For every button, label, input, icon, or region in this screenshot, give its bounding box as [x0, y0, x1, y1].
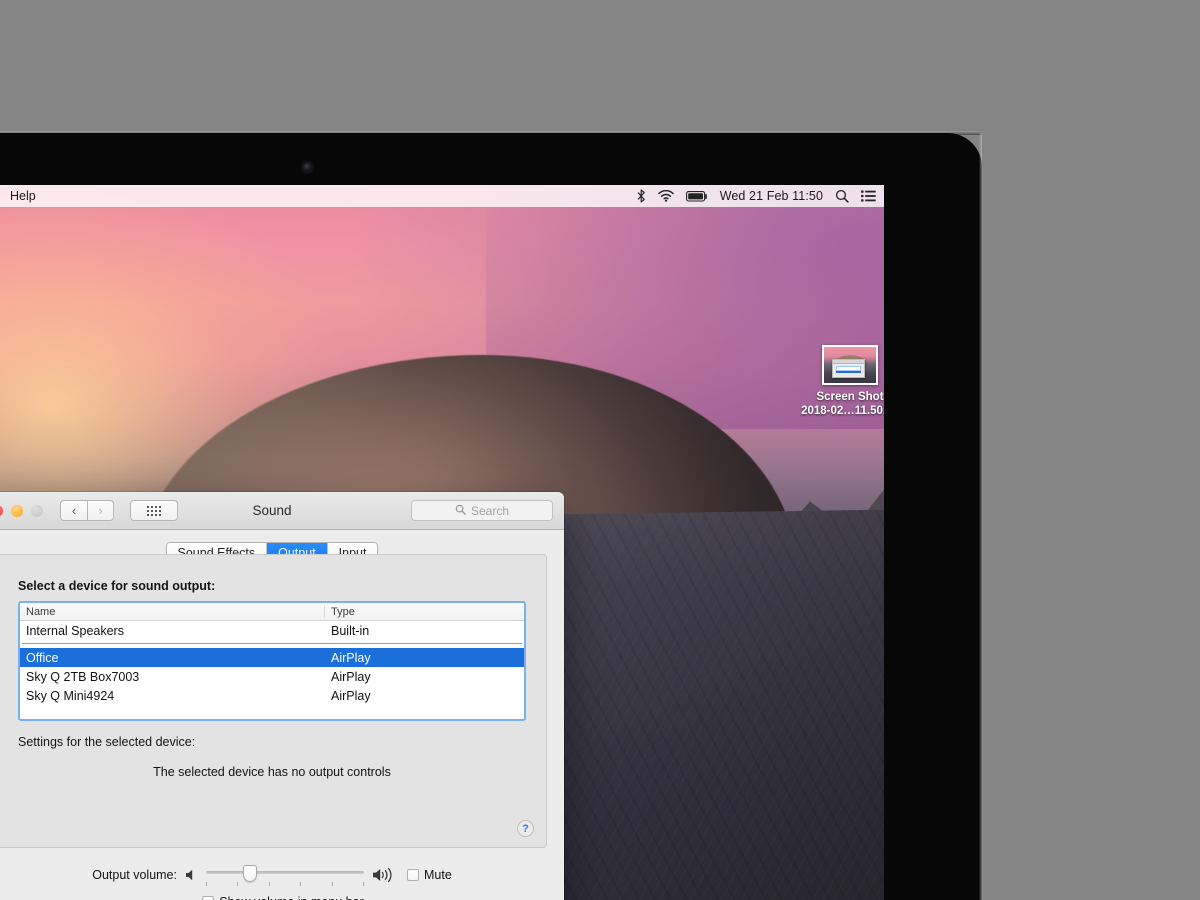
no-output-controls-message: The selected device has no output contro…	[153, 765, 391, 779]
mute-checkbox[interactable]	[406, 869, 419, 881]
column-header-name[interactable]: Name	[20, 605, 325, 618]
output-volume-row: Output volume: Mute	[0, 864, 564, 886]
search-placeholder: Search	[470, 503, 510, 518]
table-row[interactable]: Office AirPlay	[20, 648, 524, 667]
thumbnail-window-list	[835, 366, 862, 371]
window-titlebar[interactable]: ‹ › Sound Search	[0, 492, 564, 530]
webcam-icon	[303, 163, 312, 172]
menu-help[interactable]: Help	[10, 185, 36, 207]
screenshot-canvas: Help Wed 21 Feb 11:50 Screen Shot 2018-0…	[0, 0, 1200, 900]
back-button[interactable]: ‹	[60, 500, 87, 521]
close-button[interactable]	[0, 504, 3, 517]
device-table[interactable]: Name Type Internal Speakers Built-in Off…	[18, 601, 526, 721]
show-volume-label: Show volume in menu bar	[219, 895, 364, 900]
mute-checkbox-row[interactable]: Mute	[406, 868, 452, 882]
device-name: Office	[26, 650, 59, 665]
volume-slider[interactable]	[205, 864, 364, 886]
table-group-separator	[22, 643, 522, 644]
traffic-light-group	[0, 504, 43, 517]
speaker-low-icon	[185, 868, 198, 882]
output-panel: Select a device for sound output: Name T…	[0, 554, 547, 848]
mute-label: Mute	[423, 868, 452, 882]
battery-icon[interactable]	[685, 190, 708, 202]
show-volume-checkbox[interactable]	[202, 896, 215, 900]
search-icon	[455, 504, 466, 518]
output-volume-label: Output volume:	[92, 868, 177, 882]
sound-preferences-window: ‹ › Sound Search Sound Effects Output In…	[0, 492, 564, 900]
table-row[interactable]: Sky Q 2TB Box7003 AirPlay	[20, 667, 524, 686]
table-header-row: Name Type	[20, 603, 524, 621]
device-name: Sky Q Mini4924	[26, 688, 115, 703]
volume-slider-thumb[interactable]	[243, 865, 258, 882]
desktop-file-label-line2: 2018-02…11.50.07	[801, 405, 884, 417]
navigation-buttons: ‹ ›	[60, 500, 114, 521]
menu-bar-status-area: Wed 21 Feb 11:50	[637, 185, 876, 207]
desktop-file-icon[interactable]: Screen Shot 2018-02…11.50.07	[795, 345, 884, 418]
volume-controls: Output volume: Mute	[0, 848, 564, 900]
help-button[interactable]: ?	[517, 820, 534, 837]
device-type: AirPlay	[331, 650, 371, 665]
show-all-button[interactable]	[130, 500, 178, 521]
column-header-type[interactable]: Type	[325, 606, 524, 618]
table-row[interactable]: Internal Speakers Built-in	[20, 621, 524, 640]
minimize-button[interactable]	[11, 504, 23, 517]
device-name: Internal Speakers	[26, 623, 124, 638]
wifi-icon[interactable]	[657, 190, 674, 202]
desktop-file-label-line1: Screen Shot	[816, 391, 884, 403]
bezel-highlight	[979, 133, 982, 900]
search-icon[interactable]	[835, 189, 849, 203]
speaker-high-icon	[372, 867, 399, 883]
device-type: Built-in	[331, 623, 370, 638]
screenshot-thumbnail-image	[824, 347, 876, 383]
zoom-button	[31, 504, 43, 517]
laptop-screen: Help Wed 21 Feb 11:50 Screen Shot 2018-0…	[0, 185, 884, 900]
laptop-bezel: Help Wed 21 Feb 11:50 Screen Shot 2018-0…	[0, 133, 982, 900]
notification-center-icon[interactable]	[861, 190, 876, 202]
desktop-file-label: Screen Shot 2018-02…11.50.07	[795, 390, 884, 418]
grid-icon	[147, 505, 161, 516]
show-volume-row[interactable]: Show volume in menu bar	[0, 895, 564, 900]
thumbnail-window-selection	[835, 371, 862, 373]
device-type: AirPlay	[331, 669, 371, 684]
device-name: Sky Q 2TB Box7003	[26, 669, 140, 684]
volume-slider-track	[205, 871, 364, 874]
thumbnail-window-titlebar	[833, 360, 864, 364]
select-device-label: Select a device for sound output:	[18, 579, 216, 593]
thumbnail-window	[832, 359, 865, 378]
device-type: AirPlay	[331, 688, 371, 703]
menu-bar-left: Help	[10, 185, 36, 207]
bluetooth-icon[interactable]	[637, 189, 646, 203]
table-row[interactable]: Sky Q Mini4924 AirPlay	[20, 686, 524, 705]
menu-bar: Help Wed 21 Feb 11:50	[0, 185, 884, 207]
volume-slider-ticks	[205, 882, 364, 886]
forward-button: ›	[87, 500, 114, 521]
settings-label: Settings for the selected device:	[18, 735, 196, 749]
menu-bar-clock[interactable]: Wed 21 Feb 11:50	[720, 185, 823, 207]
search-input[interactable]: Search	[411, 500, 553, 521]
screenshot-thumbnail	[822, 345, 878, 385]
